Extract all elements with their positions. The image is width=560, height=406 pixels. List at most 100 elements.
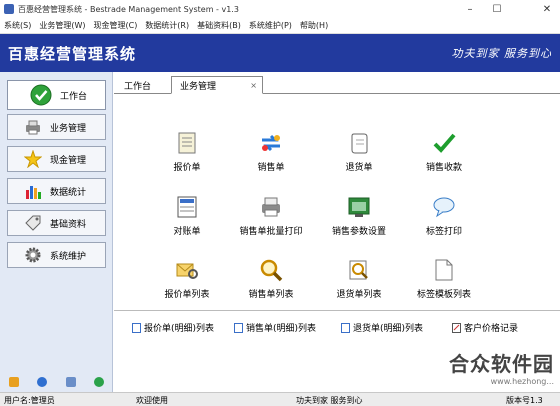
sidebar-item-label: 基础资料 (50, 219, 87, 230)
action-label: 销售参数设置 (331, 227, 386, 237)
edit-link-icon (452, 322, 461, 333)
action-label-template-list[interactable]: 标签模板列表 (399, 258, 489, 300)
doc-link-icon (234, 322, 243, 333)
link-return-detail-list[interactable]: 退货单(明细)列表 (341, 321, 423, 334)
star-icon (24, 150, 42, 168)
menu-bar: 系统(S) 业务管理(W) 现金管理(C) 数据统计(R) 基础资料(B) 系统… (0, 18, 560, 34)
maximize-icon[interactable]: ☐ (484, 0, 510, 18)
action-label: 销售收款 (425, 163, 462, 173)
tab-close-icon[interactable]: × (250, 81, 257, 90)
action-label: 报价单 (173, 163, 201, 173)
action-return[interactable]: 退货单 (314, 131, 404, 173)
list-document-icon (175, 195, 199, 219)
menu-help[interactable]: 帮助(H) (296, 20, 332, 31)
sidebar-item-cash[interactable]: 现金管理 (7, 146, 106, 172)
sidebar-item-workbench[interactable]: 工作台 (7, 80, 106, 110)
window-settings-icon (347, 195, 371, 219)
banner: 百惠经营管理系统 功夫到家 服务到心 (0, 34, 560, 72)
bar-chart-icon (24, 182, 42, 200)
link-label: 退货单(明细)列表 (353, 324, 424, 334)
menu-stats[interactable]: 数据统计(R) (141, 20, 193, 31)
sidebar-item-label: 系统维护 (50, 251, 87, 262)
sidebar-item-label: 业务管理 (50, 123, 87, 134)
action-label-print[interactable]: 标签打印 (399, 195, 489, 237)
content-divider (114, 310, 560, 311)
action-label: 标签打印 (425, 227, 462, 237)
minimize-icon[interactable]: – (457, 0, 483, 18)
action-sales[interactable]: 销售单 (226, 131, 316, 173)
check-circle-icon (30, 84, 52, 106)
tag-icon (24, 214, 42, 232)
refresh-icon[interactable] (93, 377, 104, 387)
action-label: 标签模板列表 (416, 290, 471, 300)
blank-page-icon (432, 258, 456, 282)
status-slogan: 功夫到家 服务到心 (296, 396, 363, 405)
action-statement[interactable]: 对账单 (142, 195, 232, 237)
app-icon (4, 4, 14, 14)
checkmark-icon (432, 131, 456, 155)
doc-link-icon (132, 322, 141, 333)
notes-icon[interactable] (9, 377, 20, 387)
action-label: 退货单 (345, 163, 373, 173)
menu-cash[interactable]: 现金管理(C) (89, 20, 141, 31)
sidebar-item-maintenance[interactable]: 系统维护 (7, 242, 106, 268)
link-sales-detail-list[interactable]: 销售单(明细)列表 (234, 321, 316, 334)
sidebar-tool-icons (0, 374, 113, 390)
scroll-icon (347, 131, 371, 155)
action-quote[interactable]: 报价单 (142, 131, 232, 173)
doc-link-icon (341, 322, 350, 333)
link-label: 报价单(明细)列表 (144, 324, 215, 334)
envelope-search-icon (175, 258, 199, 282)
menu-basic[interactable]: 基础资料(B) (193, 20, 245, 31)
action-label: 对账单 (173, 227, 201, 237)
action-sales-list[interactable]: 销售单列表 (226, 258, 316, 300)
clock-icon[interactable] (37, 377, 48, 387)
action-quote-list[interactable]: 报价单列表 (142, 258, 232, 300)
title-bar: 百惠经营管理系统 - Bestrade Management System - … (0, 0, 560, 18)
action-label: 销售单 (257, 163, 285, 173)
watermark-name: 合众软件园 (449, 352, 554, 376)
action-return-list[interactable]: 退货单列表 (314, 258, 404, 300)
banner-title: 百惠经营管理系统 (8, 44, 137, 63)
banner-slogan: 功夫到家 服务到心 (451, 47, 552, 60)
speech-bubble-icon (432, 195, 456, 219)
link-customer-price-record[interactable]: 客户价格记录 (452, 321, 518, 334)
menu-maintenance[interactable]: 系统维护(P) (245, 20, 296, 31)
search-document-icon (347, 258, 371, 282)
link-quote-detail-list[interactable]: 报价单(明细)列表 (132, 321, 214, 334)
exchange-icon (259, 131, 283, 155)
menu-system[interactable]: 系统(S) (0, 20, 35, 31)
watermark: 合众软件园 www.hezhong... (449, 348, 554, 386)
sidebar-item-basic[interactable]: 基础资料 (7, 210, 106, 236)
printer-icon (259, 195, 283, 219)
status-version: 版本号1.3 (506, 396, 543, 405)
monitor-icon[interactable] (65, 377, 76, 387)
sidebar-item-business[interactable]: 业务管理 (7, 114, 106, 140)
action-label: 销售单批量打印 (239, 227, 303, 237)
sidebar-item-label: 工作台 (60, 91, 88, 102)
tab-business[interactable]: 业务管理 × (171, 76, 263, 94)
tab-bar: 工作台 业务管理 × (114, 72, 560, 94)
status-welcome: 欢迎使用 (136, 396, 168, 405)
magnifier-icon (259, 258, 283, 282)
action-label: 退货单列表 (336, 290, 382, 300)
app-window: 百惠经营管理系统 - Bestrade Management System - … (0, 0, 560, 406)
action-batch-print[interactable]: 销售单批量打印 (226, 195, 316, 237)
action-sales-settings[interactable]: 销售参数设置 (314, 195, 404, 237)
link-label: 客户价格记录 (464, 324, 519, 334)
link-label: 销售单(明细)列表 (246, 324, 317, 334)
document-icon (175, 131, 199, 155)
sidebar-item-stats[interactable]: 数据统计 (7, 178, 106, 204)
tab-workbench[interactable]: 工作台 (124, 76, 151, 94)
tab-label: 业务管理 (180, 81, 217, 92)
window-title: 百惠经营管理系统 - Bestrade Management System - … (18, 4, 239, 14)
sidebar: 工作台 业务管理 现金管理 数据统计 基础资料 系统维护 (0, 72, 113, 392)
action-label: 报价单列表 (164, 290, 210, 300)
gear-icon (24, 246, 42, 264)
printer-icon (24, 118, 42, 136)
menu-business[interactable]: 业务管理(W) (35, 20, 89, 31)
action-sales-receipt[interactable]: 销售收款 (399, 131, 489, 173)
sidebar-item-label: 数据统计 (50, 187, 87, 198)
status-user: 用户名:管理员 (4, 396, 55, 405)
close-icon[interactable]: ✕ (534, 0, 560, 18)
